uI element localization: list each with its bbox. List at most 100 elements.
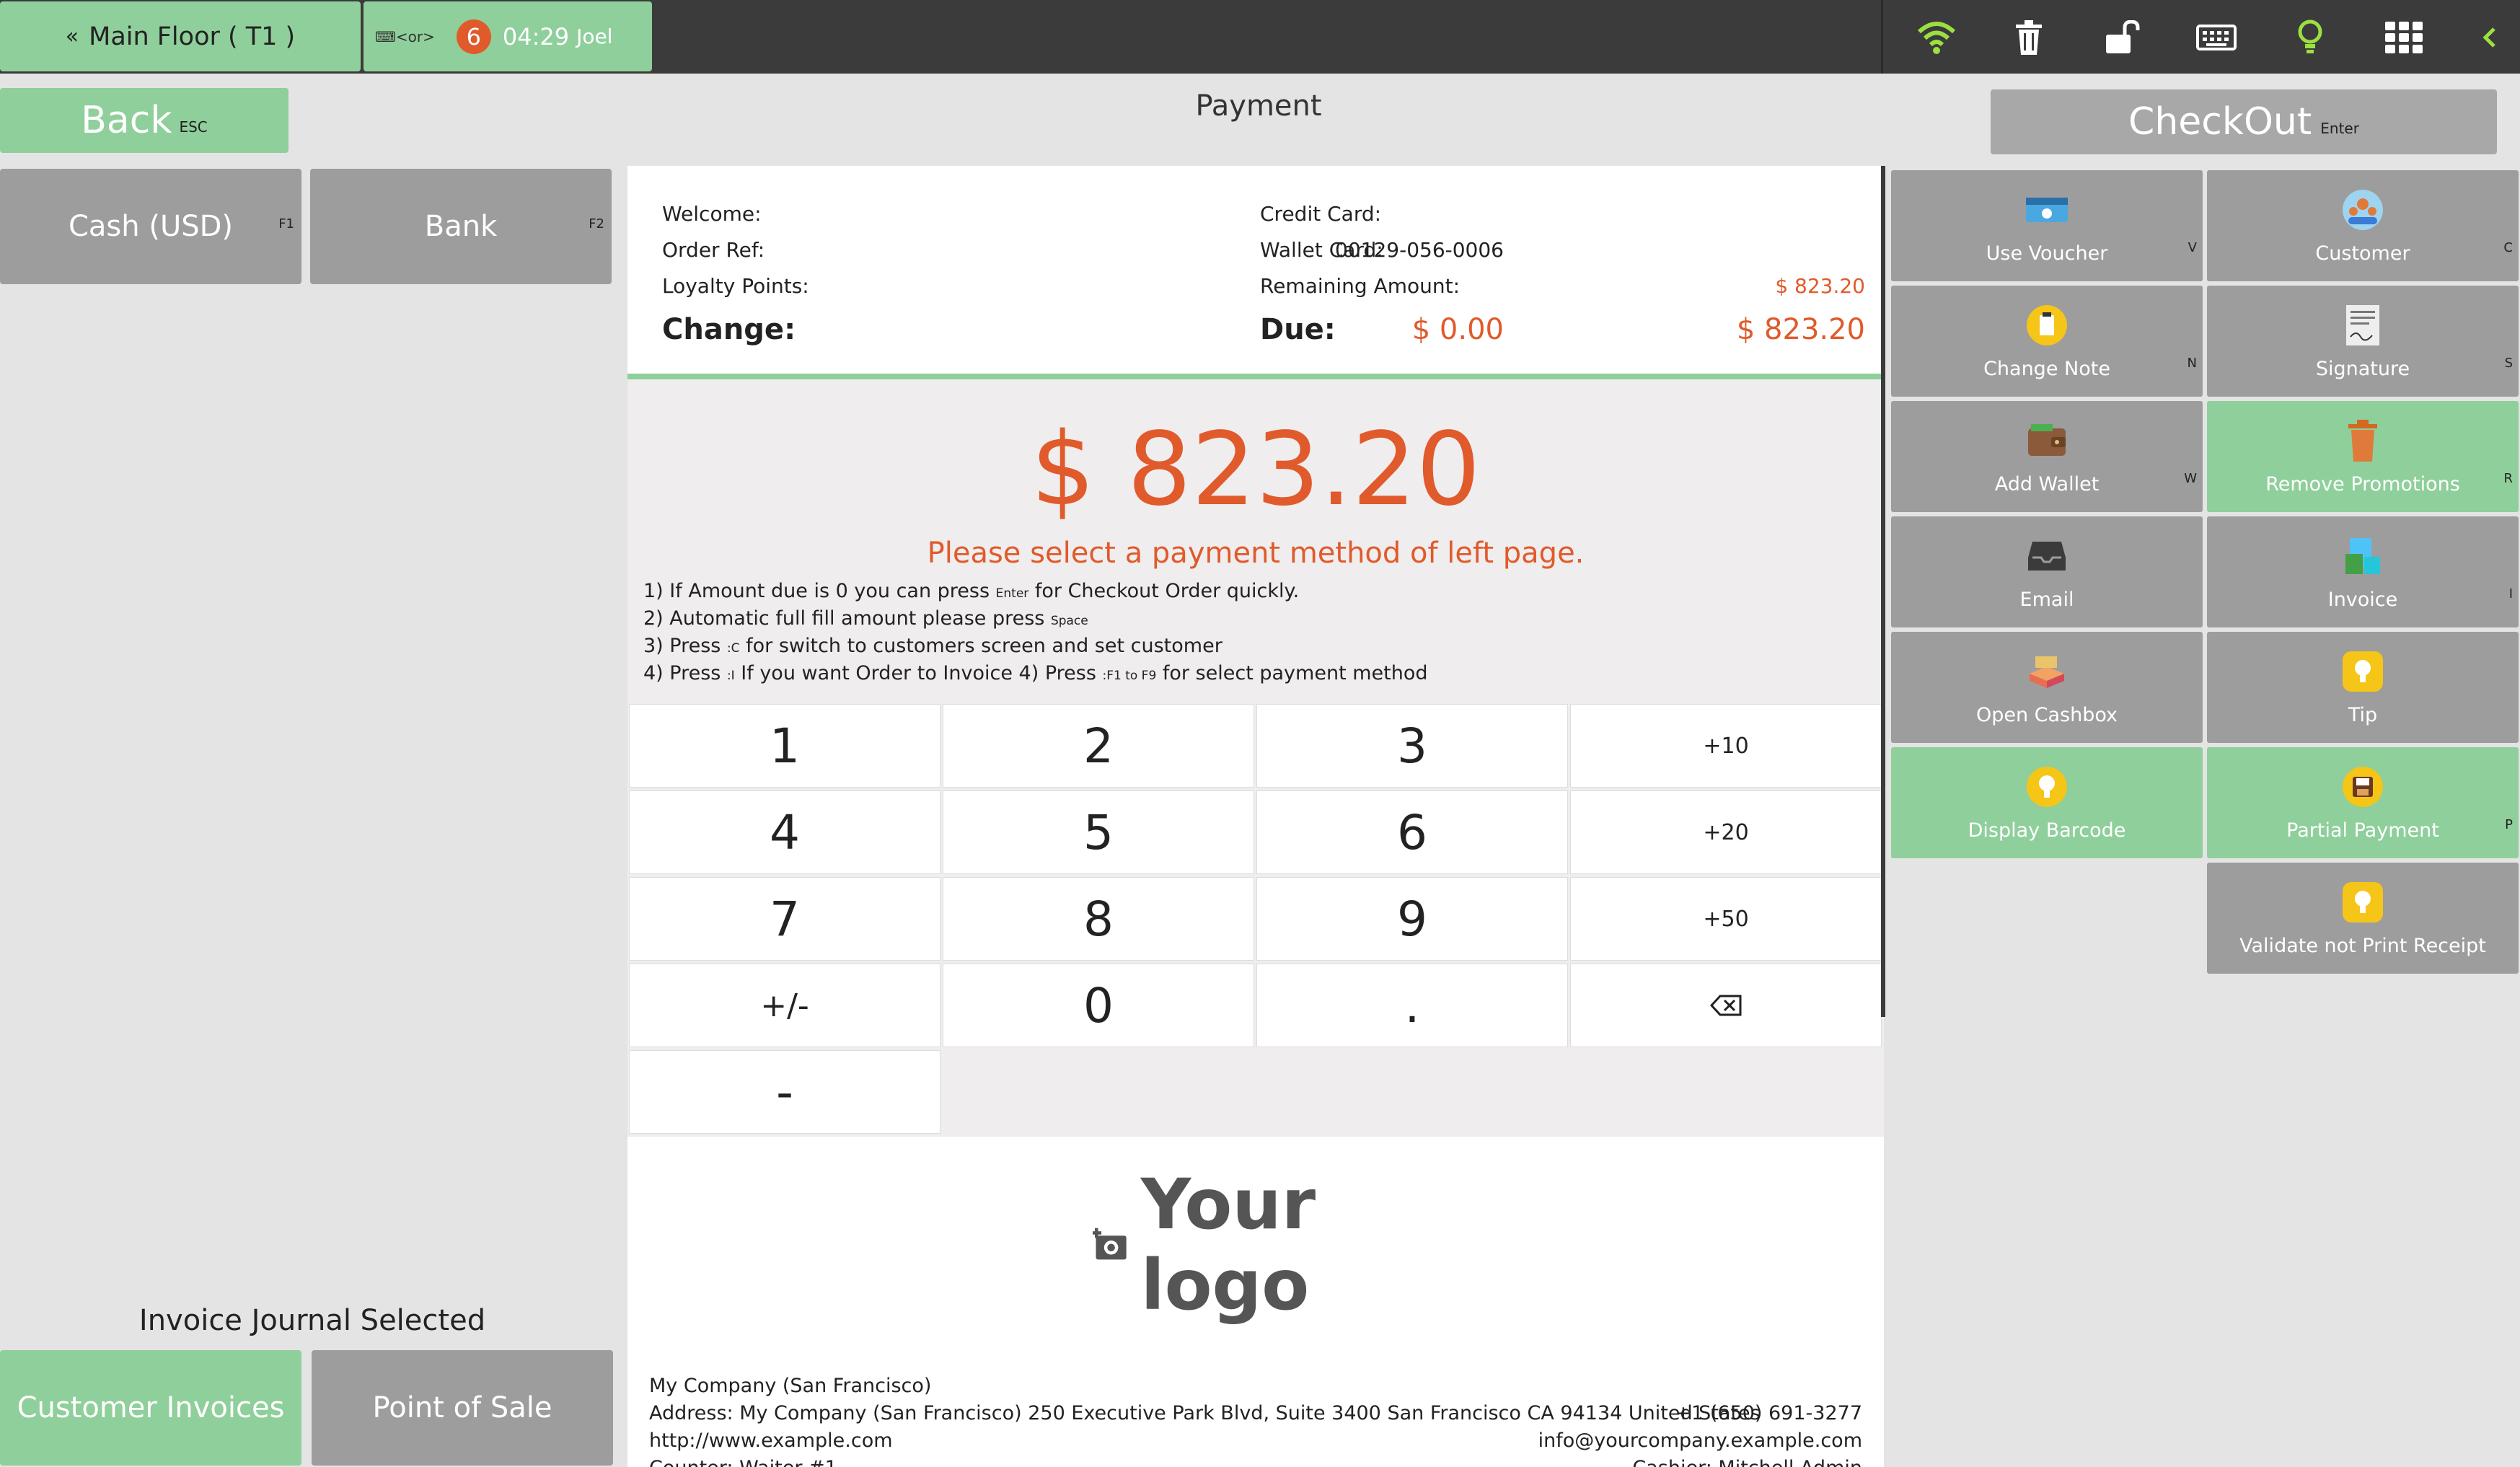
logo-text: Your logo [1140,1164,1316,1326]
keyboard-icon[interactable] [2195,16,2238,59]
customer-button[interactable]: Customer C [2207,170,2519,281]
order-count-badge: 6 [456,19,491,54]
tip-button[interactable]: Tip [2207,632,2519,743]
numpad-key-5[interactable]: 5 [943,790,1254,874]
invoice-button[interactable]: Invoice I [2207,516,2519,627]
numpad-key-plus50[interactable]: +50 [1570,877,1882,961]
scrollbar[interactable] [1881,166,1885,1017]
action-label: Email [2019,588,2074,611]
customer-invoices-button[interactable]: Customer Invoices [0,1350,301,1466]
receipt-company: My Company (San Francisco) [649,1375,932,1397]
receipt-counter: Counter: Waiter #1 [649,1457,837,1467]
signature-button[interactable]: Signature S [2207,286,2519,397]
partial-payment-button[interactable]: Partial Payment P [2207,747,2519,858]
cashbox-icon [2025,649,2069,694]
chevron-left-icon[interactable] [2467,16,2511,59]
receipt-email: info@yourcompany.example.com [1538,1429,1862,1452]
numpad-key-backspace[interactable] [1570,964,1882,1047]
numpad-key-6[interactable]: 6 [1256,790,1568,874]
due-label: Due: [1260,313,1336,346]
back-button[interactable]: Back ESC [0,88,288,153]
action-shortcut: P [2505,817,2513,832]
receipt-address: Address: My Company (San Francisco) 250 … [649,1402,1761,1424]
lightbulb-icon[interactable] [2288,16,2332,59]
back-shortcut: ESC [179,118,208,136]
bulb-icon [2340,649,2385,694]
checkout-button[interactable]: CheckOut Enter [1991,89,2497,154]
wallet-icon [2025,418,2069,463]
validate-not-print-receipt-button[interactable]: Validate not Print Receipt [2207,863,2519,974]
point-of-sale-button[interactable]: Point of Sale [312,1350,613,1466]
numpad-key-3[interactable]: 3 [1256,704,1568,788]
change-note-button[interactable]: Change Note N [1891,286,2203,397]
action-shortcut: W [2184,471,2197,486]
backspace-icon [1710,995,1742,1016]
topbar-toolbar [1881,0,2520,74]
remaining-amount-label: Remaining Amount: [1260,274,1461,298]
action-shortcut: V [2188,240,2197,255]
numpad-key-minus[interactable]: - [629,1050,940,1134]
loyalty-points-label: Loyalty Points: [662,274,809,298]
payment-method-label: Cash (USD) [68,210,234,243]
checkout-label: CheckOut [2128,100,2312,144]
save-icon [2340,765,2385,809]
remove-promotions-button[interactable]: Remove Promotions R [2207,401,2519,512]
action-label: Tip [2348,703,2378,726]
numpad-key-0[interactable]: 0 [943,964,1254,1047]
add-wallet-button[interactable]: Add Wallet W [1891,401,2203,512]
keyboard-hint: ⌨<or> [375,27,435,45]
voucher-icon [2025,188,2069,232]
numpad: 1 2 3 +10 4 5 6 +20 7 8 9 +50 +/- 0 . - [627,704,1884,1137]
numpad-key-dot[interactable]: . [1256,964,1568,1047]
payment-method-label: Bank [424,210,498,243]
numpad-key-plus10[interactable]: +10 [1570,704,1882,788]
inbox-icon [2025,534,2069,578]
main-floor-button[interactable]: « Main Floor ( T1 ) [0,1,361,71]
numpad-key-9[interactable]: 9 [1256,877,1568,961]
action-label: Customer [2315,242,2410,265]
change-label: Change: [662,313,796,346]
display-barcode-button[interactable]: Display Barcode [1891,747,2203,858]
wifi-icon[interactable] [1915,16,1958,59]
payment-method-shortcut: F2 [589,216,604,232]
page-title: Payment [1195,89,1322,123]
action-shortcut: N [2187,356,2197,371]
signature-icon [2340,303,2385,348]
bulb-icon [2025,765,2069,809]
payment-summary: Welcome: Order Ref: 00129-056-0006 Loyal… [627,166,1884,379]
numpad-key-7[interactable]: 7 [629,877,940,961]
action-label: Open Cashbox [1975,703,2118,726]
welcome-label: Welcome: [662,202,762,226]
unlock-icon[interactable] [2101,16,2144,59]
receipt-cashier: Cashier: Mitchell Admin [1632,1457,1862,1467]
total-due-amount: $ 823.20 [1031,411,1481,529]
use-voucher-button[interactable]: Use Voucher V [1891,170,2203,281]
payment-panel: Welcome: Order Ref: 00129-056-0006 Loyal… [627,166,1884,1467]
order-time: 04:29 [502,22,570,50]
action-label: Remove Promotions [2265,472,2460,495]
help-line-4: 4) Press :I If you want Order to Invoice… [643,662,1428,684]
numpad-key-8[interactable]: 8 [943,877,1254,961]
main-floor-label: Main Floor ( T1 ) [89,22,296,51]
action-label: Display Barcode [1968,819,2126,842]
note-icon [2025,303,2069,348]
numpad-key-2[interactable]: 2 [943,704,1254,788]
numpad-key-1[interactable]: 1 [629,704,940,788]
trash-icon[interactable] [2007,16,2050,59]
action-label: Signature [2315,357,2410,380]
email-button[interactable]: Email [1891,516,2203,627]
payment-method-cash[interactable]: Cash (USD) F1 [0,169,301,284]
numpad-key-sign[interactable]: +/- [629,964,940,1047]
order-tab[interactable]: ⌨<or> 6 04:29 Joel [364,1,652,71]
action-label: Invoice [2327,588,2398,611]
back-label: Back [81,99,172,142]
credit-card-label: Credit Card: [1260,202,1382,226]
checkout-shortcut: Enter [2320,120,2359,137]
open-cashbox-button[interactable]: Open Cashbox [1891,632,2203,743]
numpad-key-4[interactable]: 4 [629,790,940,874]
payment-method-bank[interactable]: Bank F2 [310,169,612,284]
action-label: Partial Payment [2286,819,2439,842]
apps-grid-icon[interactable] [2382,16,2426,59]
action-shortcut: S [2504,356,2513,371]
numpad-key-plus20[interactable]: +20 [1570,790,1882,874]
